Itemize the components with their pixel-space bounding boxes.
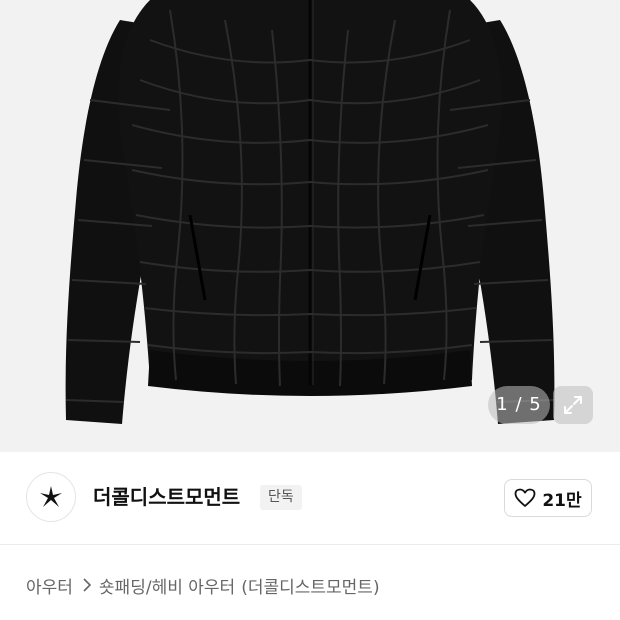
product-image-gallery[interactable]: 1 / 5 <box>0 0 620 452</box>
breadcrumb-category[interactable]: 아우터 <box>26 573 73 598</box>
product-page: 1 / 5 더콜디스트모먼트 단독 21만 아우터 숏패딩/헤비 아우터 (더콜… <box>0 0 620 620</box>
product-photo-jacket <box>0 0 620 452</box>
expand-icon <box>564 396 582 414</box>
brand-row: 더콜디스트모먼트 단독 21만 <box>0 452 620 545</box>
image-counter: 1 / 5 <box>488 386 550 424</box>
heart-icon <box>514 488 536 507</box>
like-button[interactable]: 21만 <box>504 479 592 517</box>
chevron-right-icon <box>83 578 91 592</box>
star-burst-logo-icon <box>40 486 62 507</box>
breadcrumb-subcategory[interactable]: 숏패딩/헤비 아우터 <box>99 573 235 598</box>
breadcrumb: 아우터 숏패딩/헤비 아우터 (더콜디스트모먼트) <box>26 570 380 600</box>
like-count: 21만 <box>542 490 582 511</box>
brand-logo[interactable] <box>26 472 76 522</box>
exclusive-badge: 단독 <box>260 485 302 510</box>
breadcrumb-brand[interactable]: (더콜디스트모먼트) <box>241 573 379 598</box>
expand-image-button[interactable] <box>553 386 593 424</box>
image-counter-text: 1 / 5 <box>496 394 542 415</box>
brand-name-link[interactable]: 더콜디스트모먼트 <box>93 482 240 512</box>
